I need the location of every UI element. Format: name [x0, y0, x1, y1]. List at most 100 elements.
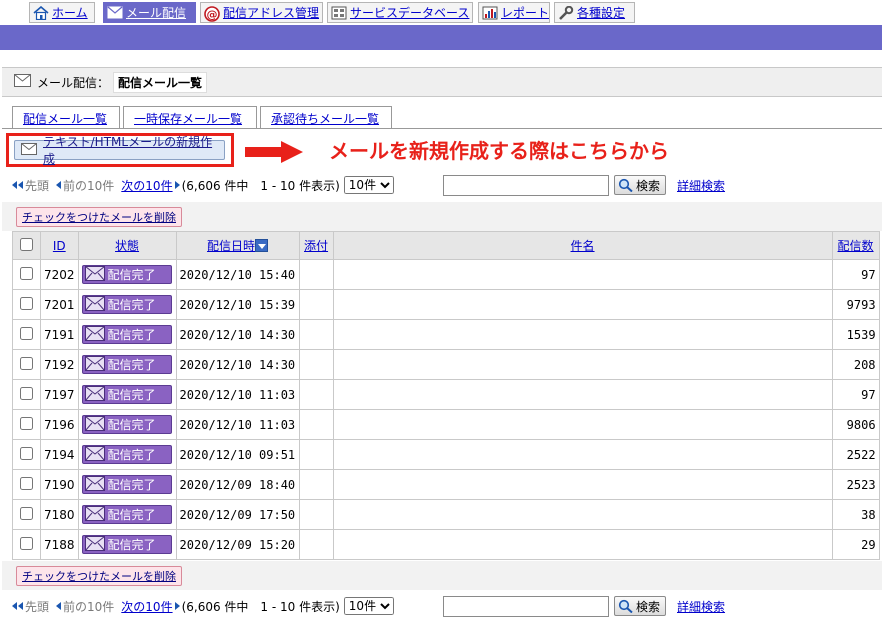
search-input[interactable] — [443, 174, 609, 196]
tab-draft[interactable]: 一時保存メール一覧 — [123, 106, 257, 129]
row-date: 2020/12/09 18:40 — [175, 469, 300, 500]
pager-prev-label: 前の10件 — [63, 178, 115, 193]
delete-checked-button[interactable]: チェックをつけたメールを削除 — [16, 207, 182, 227]
nav-mail[interactable]: メール配信 — [103, 2, 196, 23]
status-badge-label: 配信完了 — [107, 328, 156, 342]
row-id: 7192 — [40, 349, 79, 380]
double-chevron-left-icon — [18, 181, 23, 189]
row-attach — [298, 289, 334, 320]
table-row: 7191 配信完了 2020/12/10 14:30 1539 — [12, 319, 880, 350]
status-badge-label: 配信完了 — [107, 418, 156, 432]
double-chevron-left-icon — [12, 602, 17, 610]
search-button-label: 検索 — [636, 178, 661, 193]
top-nav: ホーム メール配信 @ 配信アドレス管理 サービスデータベース レポート 各種設… — [0, 0, 882, 25]
row-count: 2523 — [831, 469, 880, 500]
per-page-select[interactable]: 10件 — [343, 176, 394, 194]
row-subject[interactable] — [332, 409, 833, 440]
status-badge[interactable]: 配信完了 — [81, 325, 172, 344]
row-subject[interactable] — [332, 469, 833, 500]
advanced-search-link-bottom[interactable]: 詳細検索 — [677, 598, 725, 615]
status-badge[interactable]: 配信完了 — [81, 475, 172, 494]
row-subject[interactable] — [332, 349, 833, 380]
row-checkbox[interactable] — [20, 506, 33, 520]
row-attach — [298, 379, 334, 410]
row-checkbox[interactable] — [20, 326, 33, 340]
mail-icon — [84, 475, 105, 494]
row-checkbox[interactable] — [20, 446, 33, 460]
col-id[interactable]: ID — [40, 231, 79, 260]
row-checkbox[interactable] — [20, 416, 33, 430]
row-checkbox[interactable] — [20, 356, 33, 370]
status-badge[interactable]: 配信完了 — [81, 265, 172, 284]
status-badge[interactable]: 配信完了 — [81, 355, 172, 374]
row-date: 2020/12/09 17:50 — [175, 499, 300, 530]
col-count[interactable]: 配信数 — [831, 231, 880, 260]
row-id: 7196 — [40, 409, 79, 440]
row-subject[interactable] — [332, 499, 833, 530]
status-badge[interactable]: 配信完了 — [81, 535, 172, 554]
nav-home[interactable]: ホーム — [29, 2, 95, 23]
row-select-cell — [12, 289, 41, 320]
delete-checked-button-bottom[interactable]: チェックをつけたメールを削除 — [16, 566, 182, 586]
row-subject[interactable] — [332, 319, 833, 350]
breadcrumb-section: メール配信： — [37, 75, 110, 90]
row-checkbox[interactable] — [20, 536, 33, 550]
row-status-cell: 配信完了 — [77, 499, 177, 530]
table-row: 7196 配信完了 2020/12/10 11:03 9806 — [12, 409, 880, 440]
tab-delivered[interactable]: 配信メール一覧 — [12, 106, 120, 129]
select-all-checkbox[interactable] — [20, 237, 33, 251]
search-input-bottom[interactable] — [443, 595, 609, 617]
row-checkbox[interactable] — [20, 266, 33, 280]
sort-desc-icon[interactable] — [255, 239, 269, 252]
status-badge-label: 配信完了 — [107, 448, 156, 462]
search-button[interactable]: 検索 — [614, 175, 666, 195]
row-subject[interactable] — [332, 439, 833, 470]
row-subject[interactable] — [332, 289, 833, 320]
col-date[interactable]: 配信日時 — [175, 231, 300, 260]
col-status[interactable]: 状態 — [77, 231, 177, 260]
status-badge[interactable]: 配信完了 — [81, 415, 172, 434]
pager-first[interactable]: 先頭 — [12, 177, 49, 194]
magnifier-icon — [618, 178, 633, 192]
row-checkbox[interactable] — [20, 386, 33, 400]
status-badge[interactable]: 配信完了 — [81, 295, 172, 314]
page-header: メール配信： 配信メール一覧 — [2, 67, 882, 97]
arrow-right-icon — [245, 141, 303, 163]
at-icon: @ — [204, 5, 220, 22]
nav-address[interactable]: @ 配信アドレス管理 — [200, 2, 323, 23]
create-mail-button[interactable]: テキスト/HTMLメールの新規作成 — [14, 135, 225, 166]
search-button-bottom[interactable]: 検索 — [614, 596, 666, 616]
mail-icon — [84, 505, 105, 524]
status-badge[interactable]: 配信完了 — [81, 385, 172, 404]
row-subject[interactable] — [332, 529, 833, 560]
nav-report[interactable]: レポート — [478, 2, 550, 23]
pager-next-bottom[interactable]: 次の10件 — [121, 598, 180, 615]
col-subject[interactable]: 件名 — [332, 231, 833, 260]
nav-settings[interactable]: 各種設定 — [554, 2, 635, 23]
pager-summary: (6,606 件中 1 - 10 件表示) — [181, 178, 340, 193]
row-subject[interactable] — [332, 379, 833, 410]
tab-pending[interactable]: 承認待ちメール一覧 — [260, 106, 392, 129]
pager-first-bottom[interactable]: 先頭 — [12, 598, 49, 615]
per-page-select-bottom[interactable]: 10件 — [343, 597, 394, 615]
row-checkbox[interactable] — [20, 296, 33, 310]
row-subject[interactable] — [332, 259, 833, 290]
page-title: 配信メール一覧 — [113, 71, 208, 93]
pager-next[interactable]: 次の10件 — [121, 177, 180, 194]
pager-prev[interactable]: 前の10件 — [56, 177, 114, 194]
advanced-search-link[interactable]: 詳細検索 — [677, 177, 725, 194]
double-chevron-left-icon — [18, 602, 23, 610]
nav-report-label: レポート — [501, 6, 550, 20]
row-id: 7194 — [40, 439, 79, 470]
pager-prev-bottom[interactable]: 前の10件 — [56, 598, 114, 615]
status-badge[interactable]: 配信完了 — [81, 445, 172, 464]
row-select-cell — [12, 529, 41, 560]
row-id: 7180 — [40, 499, 79, 530]
status-badge-label: 配信完了 — [107, 508, 156, 522]
col-attach[interactable]: 添付 — [298, 231, 334, 260]
row-checkbox[interactable] — [20, 476, 33, 490]
create-mail-label: テキスト/HTMLメールの新規作成 — [43, 135, 213, 166]
status-badge[interactable]: 配信完了 — [81, 505, 172, 524]
nav-database[interactable]: サービスデータベース — [327, 2, 473, 23]
nav-mail-label: メール配信 — [126, 6, 187, 20]
